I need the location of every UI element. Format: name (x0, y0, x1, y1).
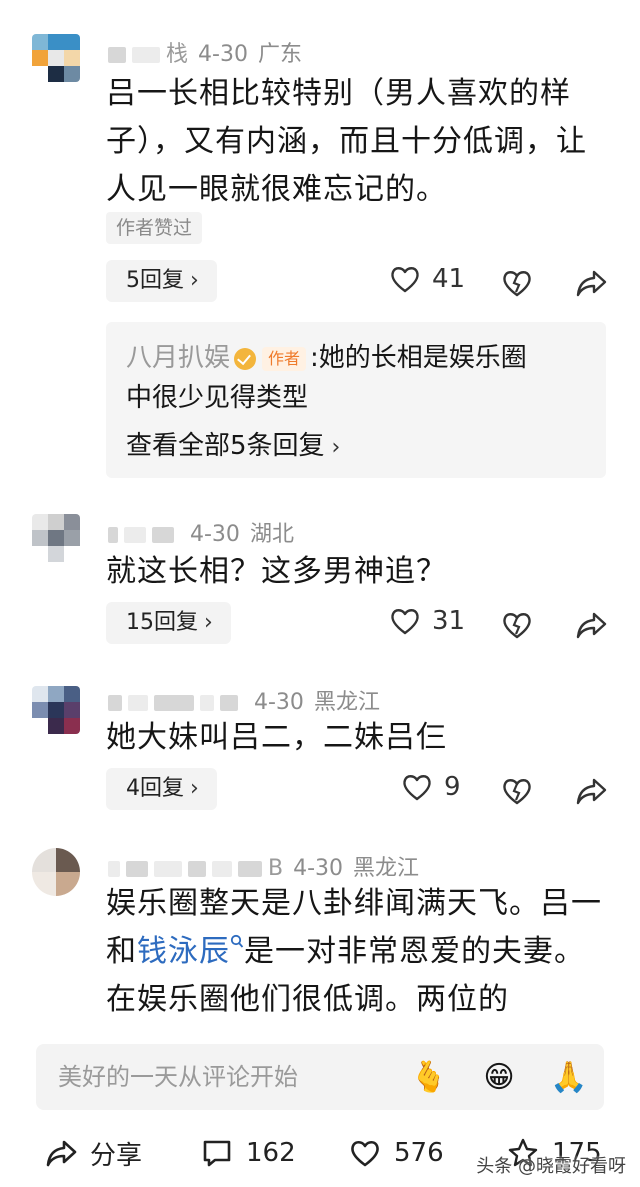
comment-meta: B 4-30 黑龙江 (108, 850, 419, 882)
grin-emoji-button[interactable]: 😁 (480, 1058, 518, 1096)
comment-input-placeholder[interactable]: 美好的一天从评论开始 (58, 1044, 298, 1110)
avatar[interactable] (32, 848, 80, 896)
article-like-count: 576 (394, 1138, 444, 1168)
comment-item: B 4-30 黑龙江 娱乐圈整天是八卦绯闻满天飞。吕一和钱泳辰 是一对非常恩爱的夫妻。… (0, 0, 640, 1040)
watermark: 头条 @晓霞好看呀 (476, 1156, 626, 1177)
comment-count: 162 (246, 1138, 296, 1168)
comment-text: 娱乐圈整天是八卦绯闻满天飞。吕一和钱泳辰 是一对非常恩爱的夫妻。在娱乐圈他们很低调… (106, 880, 606, 1024)
comment-location: 黑龙江 (353, 856, 420, 881)
like-article-button[interactable]: 576 (348, 1128, 444, 1178)
heart-icon (351, 1140, 379, 1167)
mention-link-label: 钱泳辰 (137, 934, 230, 969)
comment-date: 4-30 (293, 856, 344, 881)
pray-emoji-button[interactable]: 🙏 (550, 1058, 588, 1096)
username-tail: B (268, 856, 284, 881)
comments-button[interactable]: 162 (200, 1128, 296, 1178)
finger-heart-emoji-button[interactable]: 🫰 (410, 1058, 448, 1096)
share-label: 分享 (90, 1140, 143, 1171)
mention-link[interactable]: 钱泳辰 (137, 934, 244, 969)
share-button[interactable]: 分享 (44, 1128, 142, 1178)
search-icon (230, 934, 244, 948)
comment-input-bar[interactable]: 美好的一天从评论开始 🫰 😁 🙏 (36, 1044, 604, 1110)
share-icon (46, 1140, 77, 1167)
comment-icon (203, 1140, 231, 1167)
